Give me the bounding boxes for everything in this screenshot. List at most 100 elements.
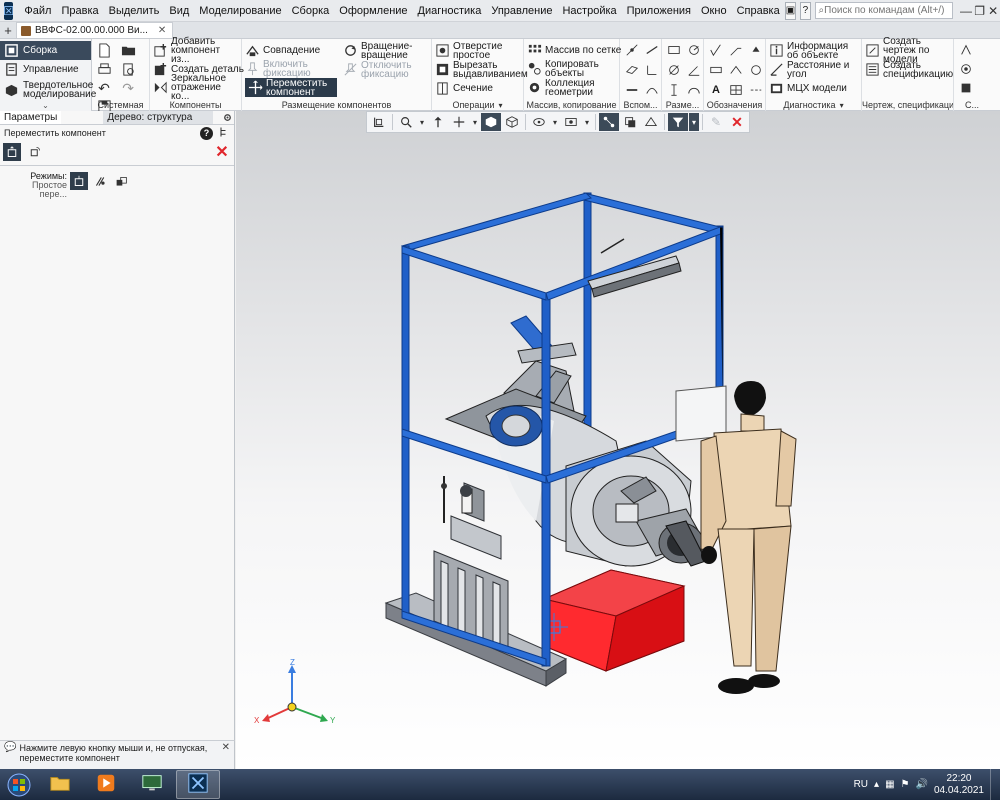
open-folder-icon[interactable] [119, 41, 137, 59]
extra-tool-1-icon[interactable] [957, 41, 975, 59]
wireframe-view-icon[interactable] [502, 113, 522, 131]
object-info-button[interactable]: Информация об объекте [769, 41, 858, 60]
taskbar-monitor-app[interactable] [130, 770, 174, 799]
tab-parameters[interactable]: Параметры [0, 111, 62, 124]
start-button[interactable] [0, 769, 38, 800]
language-indicator[interactable]: RU [854, 779, 868, 790]
menu-settings[interactable]: Настройка [557, 0, 621, 22]
expand-modes-icon[interactable]: ⌄ [0, 101, 91, 110]
create-spec-button[interactable]: Создать спецификацию [865, 60, 953, 79]
mirror-component-button[interactable]: Зеркальное отражение ко... [153, 74, 238, 102]
leader-icon[interactable] [727, 41, 745, 59]
mode-solid-modeling[interactable]: Твердотельное моделирование [0, 79, 96, 101]
menu-modeling[interactable]: Моделирование [194, 0, 286, 22]
move-mode-icon[interactable] [3, 143, 21, 161]
aux-point-icon[interactable] [623, 41, 641, 59]
tray-arrow-icon[interactable]: ▴ [874, 779, 879, 790]
menu-view[interactable]: Вид [164, 0, 194, 22]
enable-fix-button[interactable]: Включить фиксацию [245, 59, 337, 78]
radial-dim-icon[interactable] [685, 41, 703, 59]
menu-layout[interactable]: Оформление [334, 0, 412, 22]
redo-icon[interactable]: ↷ [119, 79, 137, 97]
preview-icon[interactable] [119, 60, 137, 78]
doc-tab-active[interactable]: ВВФС-02.00.00.000 Ви... ✕ [16, 22, 174, 38]
hidden-dropdown-icon[interactable]: ▾ [550, 113, 560, 131]
match-button[interactable]: Совпадение [245, 41, 337, 59]
geometry-collection-button[interactable]: Коллекция геометрии [527, 78, 616, 97]
menu-edit[interactable]: Правка [56, 0, 103, 22]
command-search[interactable]: ⌕ [814, 2, 954, 19]
mode-management[interactable]: Управление [0, 60, 91, 79]
base-icon[interactable] [747, 41, 765, 59]
cancel-icon[interactable]: ✕ [213, 143, 231, 161]
table-icon[interactable] [727, 81, 745, 99]
extra-tool-3-icon[interactable] [957, 79, 975, 97]
text-icon[interactable]: A [707, 81, 725, 99]
hidden-lines-icon[interactable] [529, 113, 549, 131]
aux-cs-icon[interactable] [643, 61, 661, 79]
section-button[interactable]: Сечение [435, 79, 520, 97]
aux-plane-icon[interactable] [623, 61, 641, 79]
mark-icon[interactable] [747, 61, 765, 79]
flag-icon[interactable]: ⚑ [901, 779, 910, 790]
pan-dropdown-icon[interactable]: ▾ [470, 113, 480, 131]
layers-icon[interactable] [620, 113, 640, 131]
menu-management[interactable]: Управление [486, 0, 557, 22]
close-status-icon[interactable]: ✕ [222, 743, 230, 767]
simple-move-mode-icon[interactable] [70, 172, 88, 190]
angle-dim-icon[interactable] [685, 61, 703, 79]
taskbar-kompas[interactable] [176, 770, 220, 799]
tolerance-icon[interactable] [707, 61, 725, 79]
layout-icon[interactable]: ▣ [784, 1, 797, 20]
height-dim-icon[interactable] [665, 81, 683, 99]
restore-button[interactable]: ❐ [973, 0, 987, 22]
extrude-cut-button[interactable]: Вырезать выдавливанием [435, 60, 528, 79]
snap-icon[interactable] [599, 113, 619, 131]
collision-mode-icon[interactable] [112, 172, 130, 190]
display-mode-icon[interactable] [561, 113, 581, 131]
rotate-view-icon[interactable] [428, 113, 448, 131]
lift-mechanism[interactable] [433, 476, 509, 652]
zoom-dropdown-icon[interactable]: ▾ [417, 113, 427, 131]
aux-axis-icon[interactable] [643, 41, 661, 59]
taskbar-media-player[interactable] [84, 770, 128, 799]
aux-curve-icon[interactable] [643, 81, 661, 99]
tree-view-icon[interactable] [218, 126, 230, 140]
filter-icon[interactable] [668, 113, 688, 131]
simple-hole-button[interactable]: Отверстие простое [435, 41, 520, 60]
stop-icon[interactable]: ✕ [727, 113, 747, 131]
command-search-input[interactable] [824, 5, 953, 16]
solid-view-icon[interactable] [481, 113, 501, 131]
assembly-model[interactable] [236, 111, 1000, 769]
tab-tree-structure[interactable]: Дерево: структура [103, 111, 214, 124]
volume-icon[interactable]: 🔊 [915, 779, 927, 790]
disable-fix-button[interactable]: Отключить фиксацию [343, 60, 421, 79]
close-window-button[interactable]: ✕ [986, 0, 1000, 22]
copy-objects-button[interactable]: Копировать объекты [527, 59, 616, 78]
move-component-button[interactable]: Переместить компонент [245, 78, 337, 97]
arc-dim-icon[interactable] [685, 81, 703, 99]
roughness-icon[interactable] [707, 41, 725, 59]
extra-tool-2-icon[interactable] [957, 60, 975, 78]
taskbar-explorer[interactable] [38, 770, 82, 799]
minimize-button[interactable]: — [959, 0, 973, 22]
menu-window[interactable]: Окно [696, 0, 732, 22]
help-circle-icon[interactable]: ? [200, 126, 213, 140]
dynamic-move-mode-icon[interactable] [91, 172, 109, 190]
menu-file[interactable]: Файл [19, 0, 56, 22]
undo-icon[interactable]: ↶ [95, 79, 113, 97]
distance-angle-button[interactable]: Расстояние и угол [769, 60, 858, 79]
aux-line-icon[interactable] [623, 81, 641, 99]
zoom-icon[interactable] [396, 113, 416, 131]
kompas-logo-icon[interactable] [4, 1, 14, 20]
menu-help[interactable]: Справка [732, 0, 785, 22]
rotate-rotate-button[interactable]: Вращение-вращение [343, 41, 421, 60]
network-icon[interactable]: ▦ [885, 779, 894, 790]
show-desktop-button[interactable] [990, 769, 1000, 800]
menu-apps[interactable]: Приложения [622, 0, 696, 22]
diameter-dim-icon[interactable] [665, 61, 683, 79]
menu-assembly[interactable]: Сборка [287, 0, 335, 22]
close-tab-icon[interactable]: ✕ [158, 25, 166, 36]
orient-icon[interactable] [369, 113, 389, 131]
clock[interactable]: 22:20 04.04.2021 [934, 773, 984, 797]
